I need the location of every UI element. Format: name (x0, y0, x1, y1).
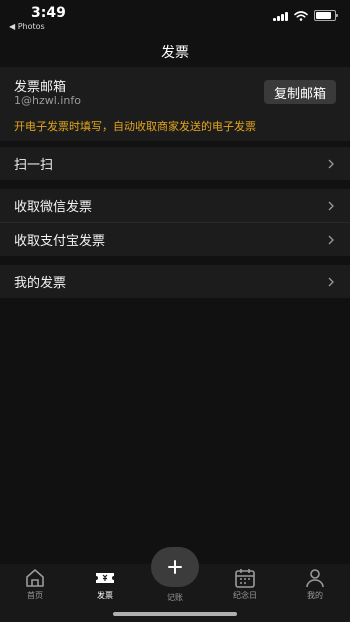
alipay-invoice-label: 收取支付宝发票 (14, 234, 106, 249)
receive-section: 收取微信发票 收取支付宝发票 (0, 189, 350, 256)
battery-icon (314, 10, 338, 21)
status-icons (273, 10, 338, 21)
tab-anniversary[interactable]: 纪念日 (220, 568, 270, 601)
wechat-invoice-label: 收取微信发票 (14, 200, 93, 215)
scan-section: 扫一扫 (0, 147, 350, 180)
email-label: 发票邮箱 (14, 80, 67, 95)
invoice-email-card: 发票邮箱 1@hzwl.info 复制邮箱 开电子发票时填写，自动收取商家发送的… (0, 67, 350, 141)
add-entry-button[interactable] (151, 547, 199, 587)
chevron-right-icon (328, 235, 334, 244)
scan-row[interactable]: 扫一扫 (0, 147, 350, 180)
status-bar: 3:49 ◀ Photos (0, 0, 350, 34)
scan-label: 扫一扫 (14, 158, 54, 173)
tab-mine-label: 我的 (307, 591, 323, 600)
alipay-invoice-row[interactable]: 收取支付宝发票 (0, 223, 350, 256)
chevron-right-icon (328, 159, 334, 168)
wechat-invoice-row[interactable]: 收取微信发票 (0, 189, 350, 222)
tab-home-label: 首页 (27, 591, 43, 600)
chevron-right-icon (328, 277, 334, 286)
ticket-icon (96, 573, 114, 583)
email-hint: 开电子发票时填写，自动收取商家发送的电子发票 (14, 120, 256, 133)
tab-home[interactable]: 首页 (10, 568, 60, 601)
status-time: 3:49 (31, 5, 66, 21)
plus-icon (168, 560, 182, 574)
add-entry-label: 记账 (167, 593, 183, 602)
my-invoices-section: 我的发票 (0, 265, 350, 298)
wifi-icon (294, 10, 308, 21)
back-to-photos-link[interactable]: ◀ Photos (9, 22, 45, 31)
copy-email-button[interactable]: 复制邮箱 (264, 80, 336, 104)
tab-invoice[interactable]: 发票 (80, 568, 130, 601)
tab-invoice-label: 发票 (97, 591, 113, 600)
my-invoices-row[interactable]: 我的发票 (0, 265, 350, 298)
tab-anniversary-label: 纪念日 (233, 591, 257, 600)
my-invoices-label: 我的发票 (14, 276, 67, 291)
calendar-icon (235, 569, 255, 588)
email-address: 1@hzwl.info (14, 94, 81, 107)
tab-mine[interactable]: 我的 (290, 568, 340, 601)
page-title: 发票 (161, 45, 189, 61)
user-icon (306, 569, 324, 588)
home-indicator (113, 612, 237, 616)
chevron-right-icon (328, 201, 334, 210)
signal-icon (273, 11, 288, 21)
home-icon (26, 569, 44, 587)
